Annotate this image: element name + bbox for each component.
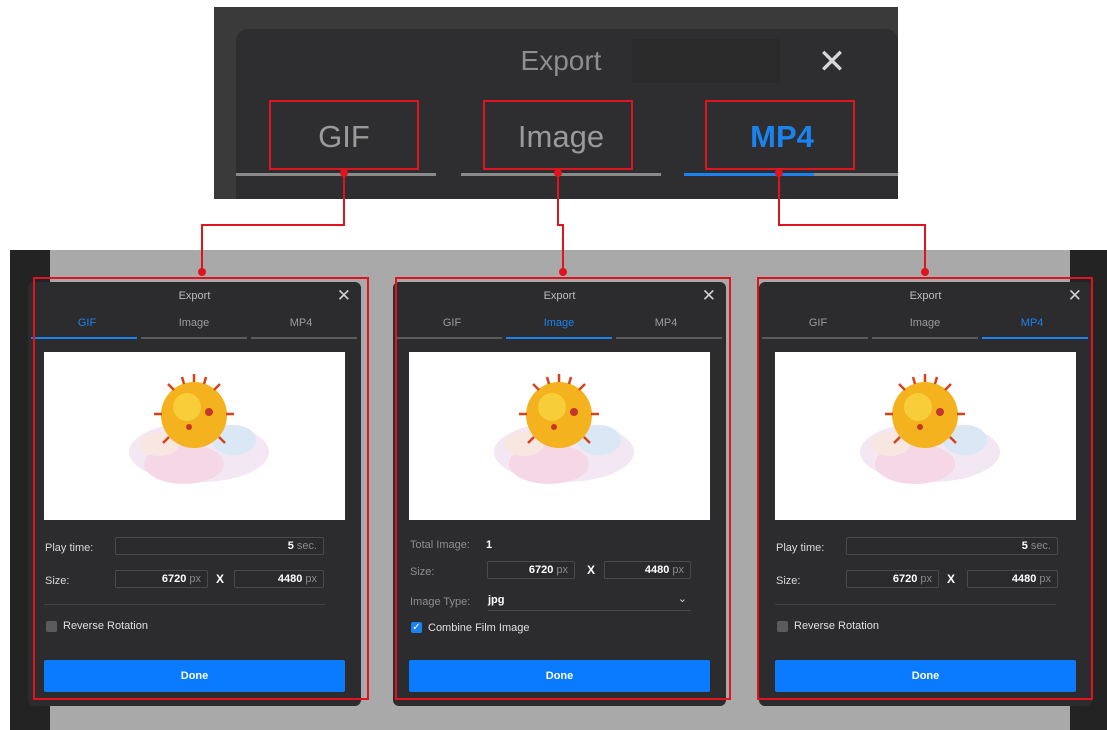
connector-dot [198,268,206,276]
highlight-gif-tab [269,100,419,170]
zoomed-tab-underline-mp4 [684,173,814,176]
connector-dot [559,268,567,276]
connector-dot [554,169,562,177]
close-icon[interactable]: ✕ [817,45,847,79]
highlight-gif-dialog [33,277,369,700]
zoomed-tab-underline-gif [236,173,436,176]
connector-dot [921,268,929,276]
highlight-mp4-dialog [757,277,1093,700]
zoomed-tab-underline-rest [814,173,898,176]
highlight-image-tab [483,100,633,170]
connector-dot [340,169,348,177]
highlight-mp4-tab [705,100,855,170]
highlight-image-dialog [395,277,731,700]
connector-dot [775,169,783,177]
zoomed-title: Export [520,45,602,76]
